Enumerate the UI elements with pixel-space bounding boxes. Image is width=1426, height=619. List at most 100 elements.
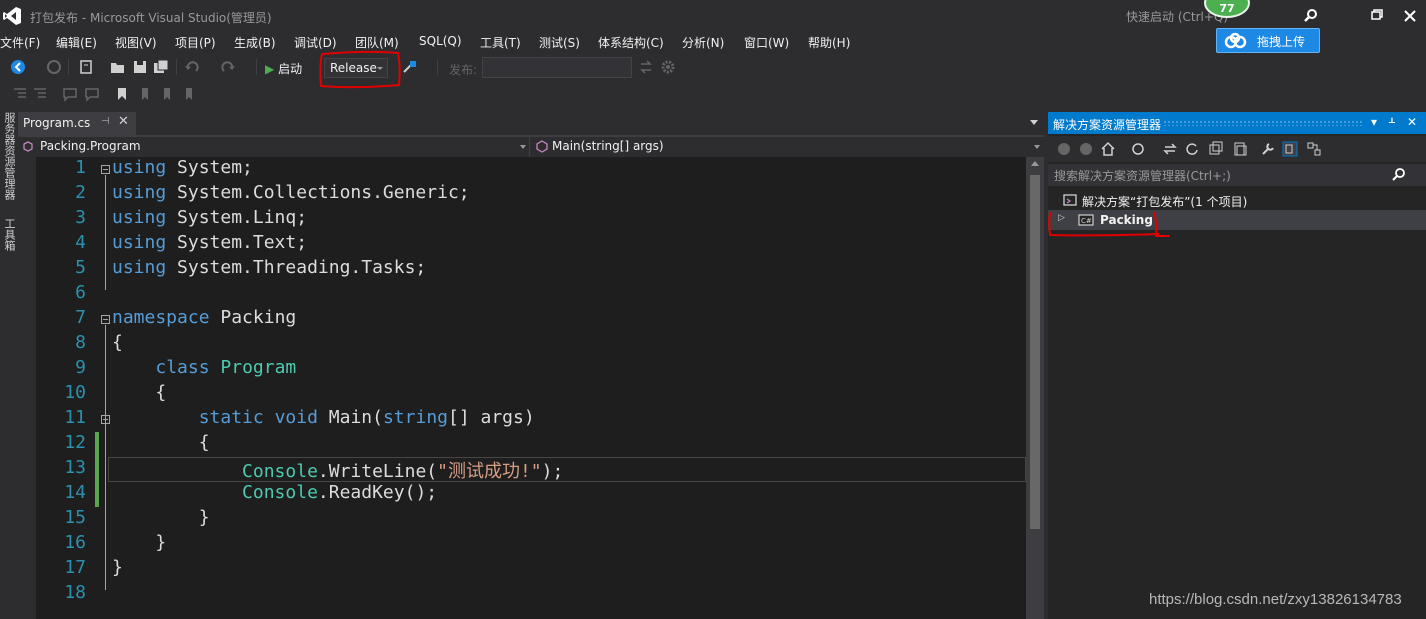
menu-analyze[interactable]: 分析(N) xyxy=(682,34,724,51)
menu-view[interactable]: 视图(V) xyxy=(115,34,157,51)
code-line[interactable]: 14 Console.ReadKey(); xyxy=(36,482,1026,507)
menu-help[interactable]: 帮助(H) xyxy=(808,34,850,51)
previous-bookmark-icon[interactable] xyxy=(136,86,152,102)
properties-wrench-icon[interactable] xyxy=(1260,141,1276,157)
menu-team[interactable]: 团队(M) xyxy=(355,34,399,51)
next-bookmark-icon[interactable] xyxy=(158,86,174,102)
code-line[interactable]: 5 using System.Threading.Tasks; xyxy=(36,257,1026,282)
sync-with-document-icon[interactable] xyxy=(1162,141,1178,157)
code-line[interactable]: 16 } xyxy=(36,532,1026,557)
save-all-icon[interactable] xyxy=(153,59,169,75)
type-navigation-select[interactable]: Packing.Program xyxy=(18,137,530,156)
menu-test[interactable]: 测试(S) xyxy=(539,34,580,51)
solution-explorer-search-input[interactable]: 搜索解决方案资源管理器(Ctrl+;) xyxy=(1048,164,1426,186)
menu-debug[interactable]: 调试(D) xyxy=(294,34,337,51)
toolbox-tab[interactable]: 工具箱 xyxy=(1,218,17,251)
code-line[interactable]: 6 xyxy=(36,282,1026,307)
show-all-files-icon[interactable] xyxy=(1232,141,1248,157)
navigate-back-icon[interactable] xyxy=(10,59,26,75)
increase-indent-icon[interactable] xyxy=(32,86,48,102)
code-line[interactable]: 12 { xyxy=(36,432,1026,457)
undo-icon[interactable] xyxy=(184,59,200,75)
forward-icon[interactable] xyxy=(1078,141,1094,157)
tab-program-cs[interactable]: Program.cs ⊣ ✕ xyxy=(18,112,136,135)
class-diagram-icon[interactable] xyxy=(1306,141,1322,157)
code-line[interactable]: 18 xyxy=(36,582,1026,607)
collapse-all-icon[interactable] xyxy=(1208,141,1224,157)
redo-icon[interactable] xyxy=(220,59,236,75)
code-line[interactable]: 2 using System.Collections.Generic; xyxy=(36,182,1026,207)
menu-edit[interactable]: 编辑(E) xyxy=(56,34,97,51)
start-debugging-button[interactable]: ▶ 启动 xyxy=(265,60,302,77)
code-line[interactable]: 8{ xyxy=(36,332,1026,357)
chevron-down-icon[interactable] xyxy=(1030,120,1038,125)
code-line[interactable]: 10 { xyxy=(36,382,1026,407)
expand-arrow-icon[interactable]: ▷ xyxy=(1058,213,1065,223)
settings-gear-icon[interactable] xyxy=(660,59,676,75)
code-token: { xyxy=(112,332,123,353)
server-explorer-tab[interactable]: 服务器资源管理器 xyxy=(1,112,17,200)
code-token: Packing xyxy=(209,307,297,328)
upload-button[interactable]: 拖拽上传 xyxy=(1216,28,1320,53)
code-line[interactable]: 3 using System.Linq; xyxy=(36,207,1026,232)
menu-bar: 文件(F) 编辑(E) 视图(V) 项目(P) 生成(B) 调试(D) 团队(M… xyxy=(0,32,1200,52)
code-editor[interactable]: 1 using System; 2 using System.Collections.… xyxy=(36,157,1026,619)
sync-icon[interactable] xyxy=(638,59,654,75)
pin-icon[interactable]: ⊣ xyxy=(101,116,110,127)
menu-build[interactable]: 生成(B) xyxy=(234,34,276,51)
code-line[interactable]: 15 } xyxy=(36,507,1026,532)
decrease-indent-icon[interactable] xyxy=(12,86,28,102)
close-window-icon[interactable] xyxy=(1390,4,1426,28)
search-icon[interactable] xyxy=(1392,168,1406,182)
restore-window-icon[interactable] xyxy=(1355,4,1395,28)
code-text: } xyxy=(112,557,123,578)
collapse-region-icon[interactable] xyxy=(101,165,110,174)
uncomment-icon[interactable] xyxy=(84,86,100,102)
member-navigation-select[interactable]: Main(string[] args) xyxy=(532,137,1044,156)
code-token: Main( xyxy=(317,407,383,428)
home-icon[interactable] xyxy=(1100,141,1116,157)
preview-selected-items-icon[interactable] xyxy=(1282,141,1298,157)
publish-select[interactable] xyxy=(482,57,632,78)
pin-icon[interactable]: ᚆ xyxy=(1389,115,1395,129)
window-position-menu-icon[interactable]: ▾ xyxy=(1371,115,1377,129)
refresh-icon[interactable] xyxy=(1184,141,1200,157)
drag-grip[interactable] xyxy=(1163,120,1363,126)
code-line[interactable]: 1 using System; xyxy=(36,157,1026,182)
bookmark-icon[interactable] xyxy=(114,86,130,102)
code-line[interactable]: 13 Console.WriteLine("测试成功!"); xyxy=(36,457,1026,482)
close-icon[interactable]: ✕ xyxy=(1407,115,1417,129)
attach-debugger-icon[interactable] xyxy=(401,59,417,75)
clear-bookmarks-icon[interactable] xyxy=(180,86,196,102)
code-line[interactable]: 11 static void Main(string[] args) xyxy=(36,407,1026,432)
menu-file[interactable]: 文件(F) xyxy=(0,34,40,51)
menu-architecture[interactable]: 体系结构(C) xyxy=(598,34,664,51)
code-text: using System.Threading.Tasks; xyxy=(112,257,426,278)
tree-item-project-packing[interactable]: ▷ C# Packing xyxy=(1048,210,1426,230)
save-icon[interactable] xyxy=(132,59,148,75)
scroll-up-arrow-icon[interactable] xyxy=(1031,161,1039,166)
menu-tools[interactable]: 工具(T) xyxy=(480,34,521,51)
pending-changes-filter-icon[interactable] xyxy=(1130,141,1146,157)
editor-vertical-scrollbar[interactable] xyxy=(1026,157,1044,619)
tree-item-solution[interactable]: 解决方案“打包发布”(1 个项目) xyxy=(1048,190,1426,210)
code-text: { xyxy=(112,382,166,403)
menu-project[interactable]: 项目(P) xyxy=(175,34,216,51)
search-icon[interactable] xyxy=(1303,8,1319,24)
line-number: 1 xyxy=(75,157,86,178)
code-line[interactable]: 17} xyxy=(36,557,1026,582)
open-file-icon[interactable] xyxy=(110,59,126,75)
navigate-forward-icon[interactable] xyxy=(46,59,62,75)
scrollbar-thumb[interactable] xyxy=(1030,175,1040,529)
close-icon[interactable]: ✕ xyxy=(118,114,129,129)
collapse-region-icon[interactable] xyxy=(101,315,110,324)
back-icon[interactable] xyxy=(1056,141,1072,157)
menu-sql[interactable]: SQL(Q) xyxy=(419,34,462,48)
menu-window[interactable]: 窗口(W) xyxy=(744,34,789,51)
code-line[interactable]: 9 class Program xyxy=(36,357,1026,382)
new-project-icon[interactable] xyxy=(78,59,94,75)
code-line[interactable]: 7 namespace Packing xyxy=(36,307,1026,332)
solution-configuration-select[interactable]: Release xyxy=(324,58,388,78)
comment-icon[interactable] xyxy=(62,86,78,102)
code-line[interactable]: 4 using System.Text; xyxy=(36,232,1026,257)
